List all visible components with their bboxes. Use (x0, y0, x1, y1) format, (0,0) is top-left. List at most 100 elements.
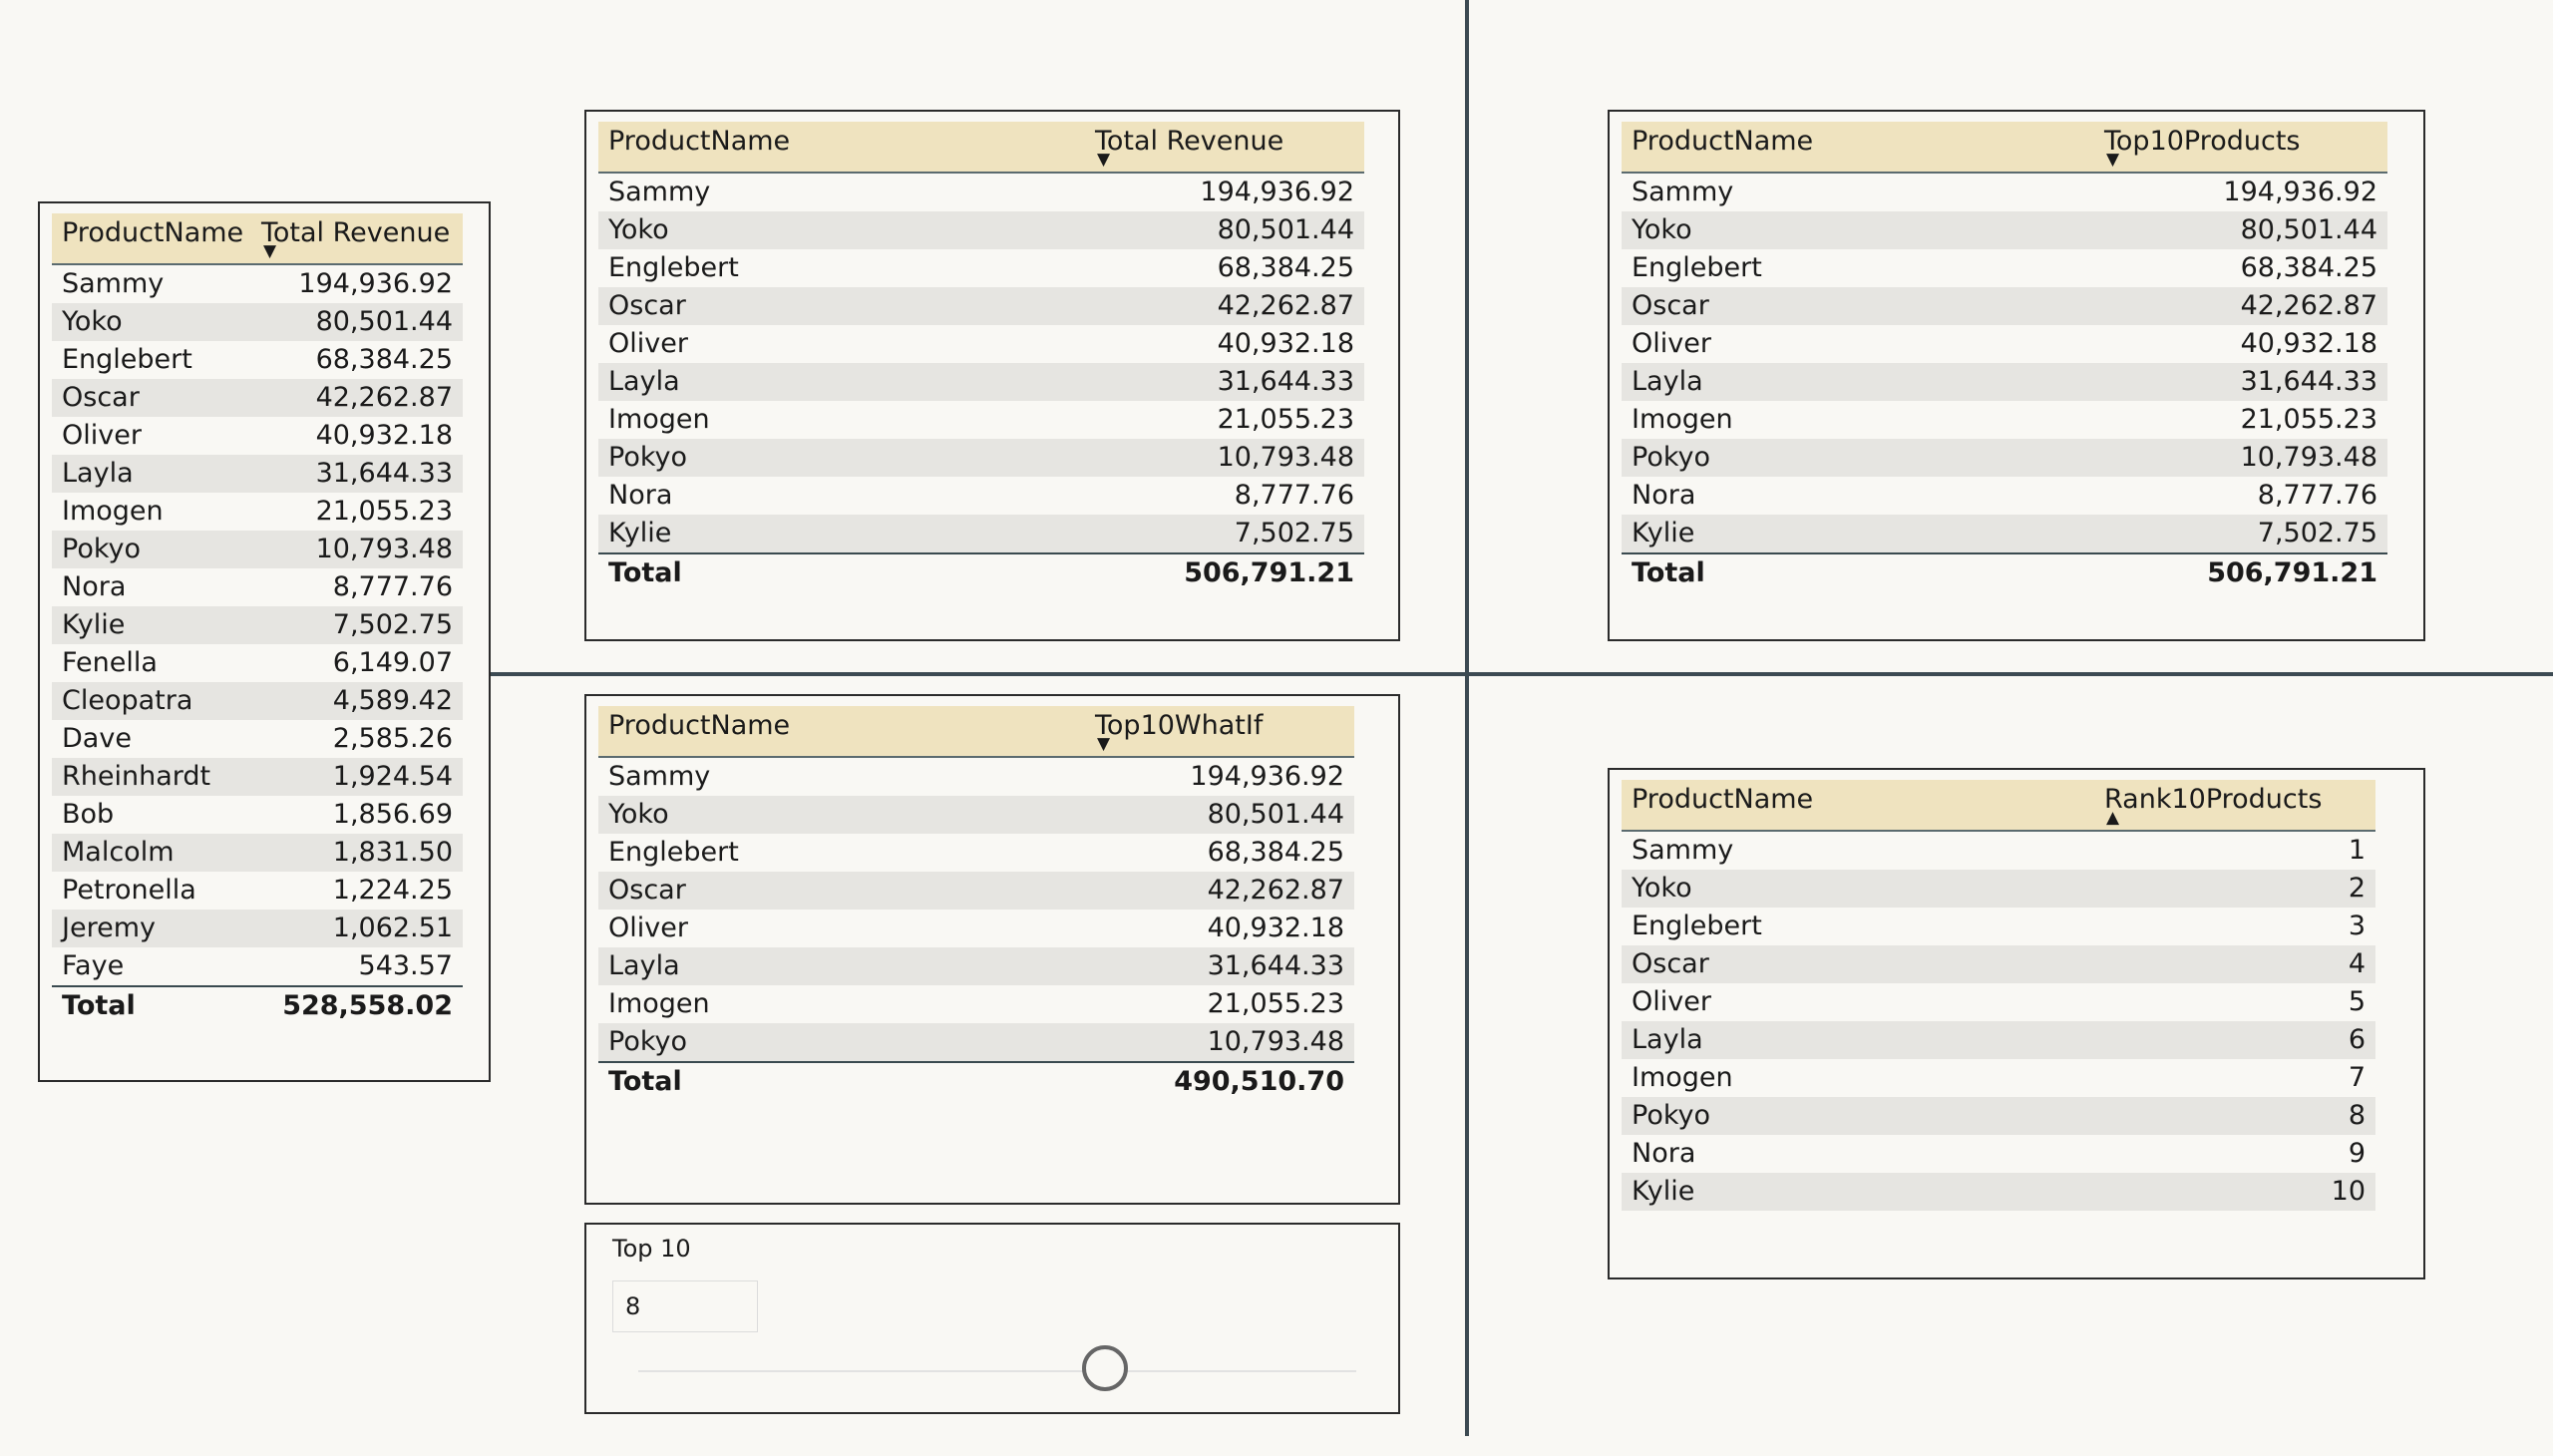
table-row[interactable]: Imogen 21,055.23 (1622, 401, 2387, 439)
table-row[interactable]: Englebert 68,384.25 (598, 834, 1354, 872)
table-row[interactable]: Cleopatra 4,589.42 (52, 682, 463, 720)
table-row[interactable]: Kylie 10 (1622, 1173, 2375, 1211)
table-row[interactable]: Yoko 80,501.44 (598, 211, 1364, 249)
table-row[interactable]: Sammy 194,936.92 (1622, 174, 2387, 211)
table-row[interactable]: Englebert 68,384.25 (52, 341, 463, 379)
table-row[interactable]: Malcolm 1,831.50 (52, 834, 463, 872)
table-visual-rank10products[interactable]: ProductName Rank10Products ▲ Sammy 1 Yoko 2… (1608, 768, 2425, 1279)
table-row[interactable]: Imogen 7 (1622, 1059, 2375, 1097)
table-row[interactable]: Yoko 80,501.44 (52, 303, 463, 341)
table-visual-top10whatif[interactable]: ProductName Top10WhatIf ▼ Sammy 194,936.9… (584, 694, 1400, 1205)
cell-productname: Nora (1632, 1138, 1696, 1169)
table-row[interactable]: Imogen 21,055.23 (598, 401, 1364, 439)
table-row[interactable]: Pokyo 10,793.48 (1622, 439, 2387, 477)
table-row[interactable]: Fenella 6,149.07 (52, 644, 463, 682)
table-row[interactable]: Layla 31,644.33 (598, 363, 1364, 401)
sort-descending-icon[interactable]: ▼ (1097, 152, 1110, 169)
table-row[interactable]: Pokyo 8 (1622, 1097, 2375, 1135)
table-row[interactable]: Imogen 21,055.23 (52, 493, 463, 531)
table-row[interactable]: Imogen 21,055.23 (598, 985, 1354, 1023)
table-row[interactable]: Bob 1,856.69 (52, 796, 463, 834)
table-row[interactable]: Englebert 68,384.25 (1622, 249, 2387, 287)
table-row[interactable]: Yoko 80,501.44 (598, 796, 1354, 834)
table-row[interactable]: Oliver 5 (1622, 983, 2375, 1021)
cell-productname: Nora (1632, 480, 1696, 511)
cell-productname: Englebert (608, 252, 739, 283)
slicer-value-input[interactable]: 8 (612, 1280, 758, 1332)
slider-handle[interactable] (1082, 1345, 1128, 1391)
sort-descending-icon[interactable]: ▼ (1097, 736, 1110, 753)
table-row[interactable]: Oscar 42,262.87 (598, 287, 1364, 325)
table-row[interactable]: Jeremy 1,062.51 (52, 910, 463, 947)
table-row[interactable]: Oliver 40,932.18 (52, 417, 463, 455)
cell-productname: Oliver (1632, 328, 1711, 359)
table-row[interactable]: Oliver 40,932.18 (598, 325, 1364, 363)
column-header-top10whatif[interactable]: Top10WhatIf (1095, 710, 1263, 741)
table-row[interactable]: Pokyo 10,793.48 (598, 439, 1364, 477)
table-row[interactable]: Oscar 42,262.87 (52, 379, 463, 417)
cell-productname: Layla (608, 950, 680, 981)
cell-value: 40,932.18 (1207, 912, 1344, 943)
table-row[interactable]: Oscar 42,262.87 (1622, 287, 2387, 325)
column-header-productname[interactable]: ProductName (1622, 122, 1823, 172)
cell-productname: Oscar (608, 290, 686, 321)
table-row[interactable]: Layla 6 (1622, 1021, 2375, 1059)
table-row[interactable]: Oscar 42,262.87 (598, 872, 1354, 910)
slider-track[interactable] (638, 1370, 1356, 1372)
table-row[interactable]: Englebert 68,384.25 (598, 249, 1364, 287)
table-row[interactable]: Sammy 1 (1622, 832, 2375, 870)
column-header-productname[interactable]: ProductName (52, 213, 253, 263)
table-row[interactable]: Sammy 194,936.92 (52, 265, 463, 303)
table-row[interactable]: Pokyo 10,793.48 (598, 1023, 1354, 1061)
sort-descending-icon[interactable]: ▼ (2106, 152, 2119, 169)
table-row[interactable]: Kylie 7,502.75 (598, 515, 1364, 552)
column-header-total-revenue[interactable]: Total Revenue (261, 217, 450, 248)
table-row[interactable]: Layla 31,644.33 (1622, 363, 2387, 401)
table-row[interactable]: Oscar 4 (1622, 945, 2375, 983)
table-row[interactable]: Englebert 3 (1622, 908, 2375, 945)
table-row[interactable]: Oliver 40,932.18 (598, 910, 1354, 947)
table-row[interactable]: Faye 543.57 (52, 947, 463, 985)
sort-descending-icon[interactable]: ▼ (263, 243, 276, 260)
total-row: Total 506,791.21 (598, 552, 1364, 590)
table-row[interactable]: Nora 9 (1622, 1135, 2375, 1173)
table-visual-total-revenue-all[interactable]: ProductName Total Revenue ▼ Sammy 194,936… (38, 201, 491, 1082)
table-visual-total-revenue-top10[interactable]: ProductName Total Revenue ▼ Sammy 194,936… (584, 110, 1400, 641)
top10-slicer[interactable]: Top 10 8 (584, 1223, 1400, 1414)
cell-productname: Jeremy (62, 912, 156, 943)
table-row[interactable]: Oliver 40,932.18 (1622, 325, 2387, 363)
table-row[interactable]: Nora 8,777.76 (1622, 477, 2387, 515)
table: ProductName Total Revenue ▼ Sammy 194,936… (52, 213, 463, 1023)
table-row[interactable]: Layla 31,644.33 (52, 455, 463, 493)
column-header-productname[interactable]: ProductName (598, 706, 800, 756)
column-header-productname[interactable]: ProductName (598, 122, 800, 172)
sort-ascending-icon[interactable]: ▲ (2106, 810, 2119, 827)
horizontal-divider (491, 672, 2553, 676)
table-row[interactable]: Dave 2,585.26 (52, 720, 463, 758)
column-header-total-revenue[interactable]: Total Revenue (1095, 126, 1283, 157)
table-row[interactable]: Sammy 194,936.92 (598, 174, 1364, 211)
table-row[interactable]: Rheinhardt 1,924.54 (52, 758, 463, 796)
column-header-productname[interactable]: ProductName (1622, 780, 1823, 830)
table-row[interactable]: Kylie 7,502.75 (52, 606, 463, 644)
table-row[interactable]: Nora 8,777.76 (52, 568, 463, 606)
table-row[interactable]: Pokyo 10,793.48 (52, 531, 463, 568)
table-body: Sammy 194,936.92 Yoko 80,501.44 Englebert 68,… (598, 758, 1354, 1099)
table-visual-top10products[interactable]: ProductName Top10Products ▼ Sammy 194,936… (1608, 110, 2425, 641)
cell-value: 40,932.18 (2240, 328, 2377, 359)
table-row[interactable]: Yoko 80,501.44 (1622, 211, 2387, 249)
table-row[interactable]: Sammy 194,936.92 (598, 758, 1354, 796)
cell-value: 42,262.87 (315, 382, 453, 413)
column-header-rank10products[interactable]: Rank10Products (2104, 784, 2322, 815)
cell-productname: Fenella (62, 647, 158, 678)
table-row[interactable]: Petronella 1,224.25 (52, 872, 463, 910)
cell-value: 7 (2348, 1062, 2366, 1093)
column-header-top10products[interactable]: Top10Products (2104, 126, 2301, 157)
table-row[interactable]: Kylie 7,502.75 (1622, 515, 2387, 552)
cell-productname: Petronella (62, 875, 196, 906)
table-row[interactable]: Yoko 2 (1622, 870, 2375, 908)
cell-value: 543.57 (358, 950, 453, 981)
table-header: ProductName Rank10Products ▲ (1622, 780, 2375, 832)
table-row[interactable]: Layla 31,644.33 (598, 947, 1354, 985)
table-row[interactable]: Nora 8,777.76 (598, 477, 1364, 515)
